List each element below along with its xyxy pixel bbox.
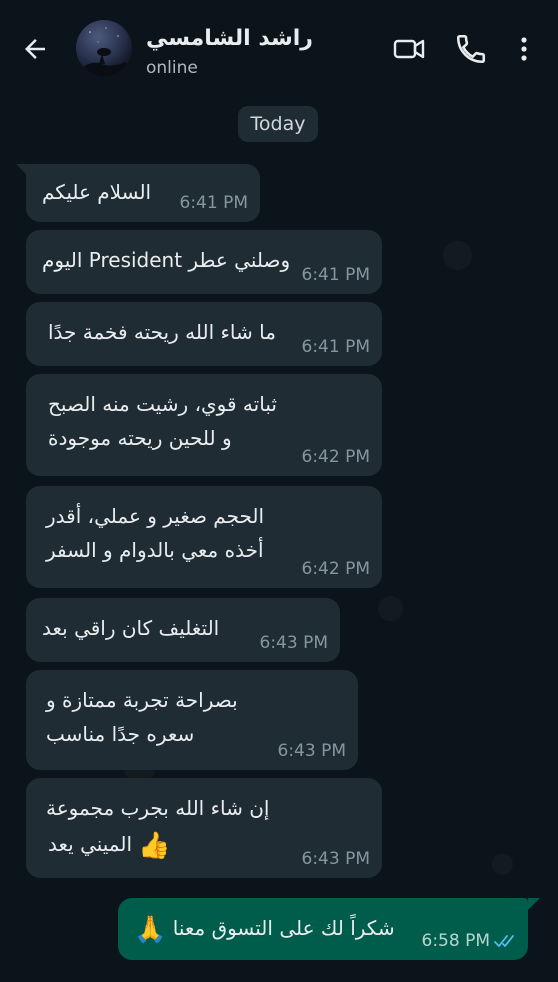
message-bubble[interactable]: الحجم صغير و عملي، أقدر أخذه معي بالدوام… xyxy=(26,486,382,588)
message-bubble[interactable]: بصراحة تجربة ممتازة و سعره جدًا مناسب 6:… xyxy=(26,670,358,770)
message-time: 6:58 PM xyxy=(421,931,491,951)
message-bubble[interactable]: ثباته قوي، رشيت منه الصبح و للحين ريحته … xyxy=(26,374,382,476)
date-chip: Today xyxy=(238,106,318,142)
thumbs-up-emoji: 👍 xyxy=(138,830,171,861)
message-time: 6:42 PM xyxy=(301,559,371,579)
folded-hands-emoji: 🙏 xyxy=(134,914,167,945)
message-text: السلام عليكم xyxy=(42,180,152,204)
outgoing-message-bubble[interactable]: شكراً لك على التسوق معنا 🙏 6:58 PM xyxy=(118,898,528,960)
message-time: 6:41 PM xyxy=(179,193,249,213)
bubble-tail xyxy=(528,898,540,910)
message-text-line: ثباته قوي، رشيت منه الصبح xyxy=(48,392,277,416)
message-text: وصلني عطر President اليوم xyxy=(42,248,291,272)
message-text: التغليف كان راقي بعد xyxy=(42,616,220,640)
message-text-line: سعره جدًا مناسب xyxy=(46,722,195,746)
message-text-line: أخذه معي بالدوام و السفر xyxy=(46,538,264,562)
video-call-icon[interactable] xyxy=(392,32,426,66)
message-time: 6:41 PM xyxy=(301,265,371,285)
message-time: 6:41 PM xyxy=(301,337,371,357)
phone-call-icon[interactable] xyxy=(454,32,488,66)
message-text-line: 👍 الميني يعد xyxy=(48,826,171,864)
message-text: ما شاء الله ريحته فخمة جدًا xyxy=(48,320,276,344)
message-bubble[interactable]: السلام عليكم 6:41 PM xyxy=(26,164,260,222)
message-text-line: و للحين ريحته موجودة xyxy=(48,426,232,450)
message-text-line: بصراحة تجربة ممتازة و xyxy=(46,688,238,712)
message-text-line: الحجم صغير و عملي، أقدر xyxy=(46,504,265,528)
double-check-read-icon xyxy=(494,935,514,947)
message-time: 6:43 PM xyxy=(259,633,329,653)
message-text-line: شكراً لك على التسوق معنا 🙏 xyxy=(134,910,395,948)
message-time: 6:43 PM xyxy=(277,741,347,761)
contact-status: online xyxy=(146,58,198,78)
chat-header: راشد الشامسي online xyxy=(0,0,558,96)
message-time: 6:43 PM xyxy=(301,849,371,869)
message-bubble[interactable]: ما شاء الله ريحته فخمة جدًا 6:41 PM xyxy=(26,302,382,366)
message-bubble[interactable]: إن شاء الله بجرب مجموعة 👍 الميني يعد 6:4… xyxy=(26,778,382,878)
avatar[interactable] xyxy=(76,20,132,76)
message-bubble[interactable]: وصلني عطر President اليوم 6:41 PM xyxy=(26,230,382,294)
contact-name[interactable]: راشد الشامسي xyxy=(146,26,313,51)
message-text: شكراً لك على التسوق معنا xyxy=(172,916,395,940)
more-vert-icon[interactable] xyxy=(512,32,536,66)
back-arrow-icon[interactable] xyxy=(20,34,50,64)
message-bubble[interactable]: التغليف كان راقي بعد 6:43 PM xyxy=(26,598,340,662)
message-text: الميني يعد xyxy=(48,832,133,856)
message-text-line: إن شاء الله بجرب مجموعة xyxy=(46,796,270,820)
message-time: 6:42 PM xyxy=(301,447,371,467)
message-list[interactable]: Today السلام عليكم 6:41 PM وصلني عطر Pre… xyxy=(0,96,558,982)
